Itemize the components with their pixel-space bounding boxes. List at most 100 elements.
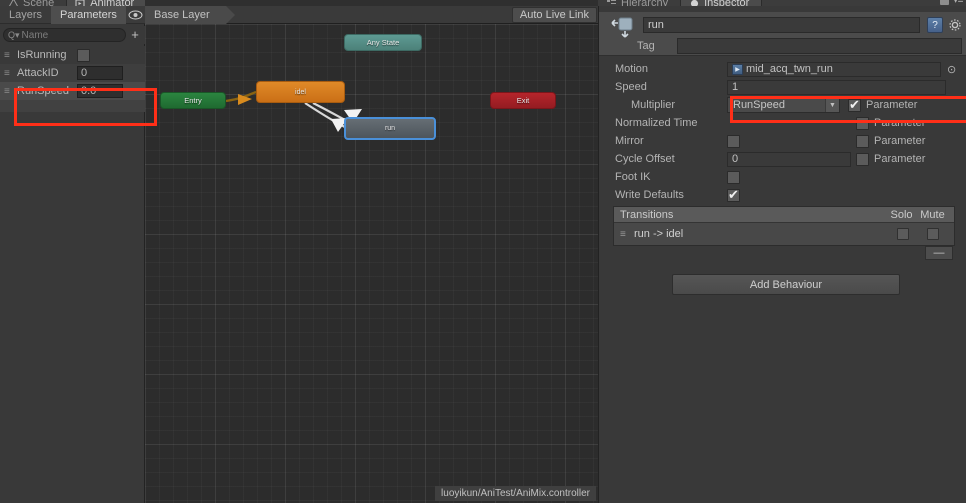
state-node-label: idel	[295, 88, 306, 96]
remove-transition-button[interactable]: —	[925, 246, 953, 260]
mirror-parameter-checkbox[interactable]	[856, 134, 869, 148]
add-behaviour-label: Add Behaviour	[749, 278, 823, 291]
parameter-row-runspeed[interactable]: ≡ RunSpeed 0.0	[0, 82, 145, 100]
motion-object-field[interactable]: ▶ mid_acq_twn_run	[727, 61, 941, 77]
parameter-name: IsRunning	[17, 49, 67, 61]
multiplier-parameter-checkbox[interactable]	[848, 97, 861, 112]
multiplier-value: RunSpeed	[733, 99, 785, 111]
parameter-value-input[interactable]: 0.0	[77, 84, 123, 98]
state-node-run[interactable]: run	[344, 117, 436, 140]
state-machine-canvas[interactable]: Any State Entry idel run Exit luoyikun/A…	[145, 24, 598, 503]
mute-column-label: Mute	[920, 208, 945, 221]
field-row-write-defaults: Write Defaults	[599, 186, 966, 204]
field-row-cycle-offset: Cycle Offset 0 Parameter	[599, 150, 966, 168]
drag-handle-icon[interactable]: ≡	[620, 229, 634, 240]
object-picker-icon[interactable]: ⊙	[947, 63, 956, 76]
transition-name: run -> idel	[634, 228, 684, 240]
auto-live-link-button[interactable]: Auto Live Link	[511, 7, 597, 23]
add-parameter-button[interactable]: +	[128, 27, 142, 42]
chevron-down-icon: ▼	[825, 98, 839, 112]
table-row[interactable]: ≡ run -> idel	[614, 223, 954, 245]
cycle-offset-input[interactable]: 0	[727, 151, 851, 167]
state-node-label: Any State	[366, 38, 400, 47]
state-node-idel[interactable]: idel	[256, 81, 345, 103]
solo-column-label: Solo	[890, 208, 913, 221]
parameter-search-row: Q▾ Name +	[0, 26, 145, 44]
animator-toolbar: Base Layer Auto Live Link	[145, 6, 598, 24]
inspector-header: run ? Tag	[599, 12, 966, 56]
inspector-panel: run ? Tag Motion ▶ mid_acq_twn_run ⊙ Spe…	[598, 6, 966, 503]
add-behaviour-button[interactable]: Add Behaviour	[672, 274, 900, 295]
add-parameter-label: +	[131, 27, 139, 42]
field-row-normalized-time: Normalized Time Parameter	[599, 114, 966, 132]
speed-input[interactable]: 1	[727, 79, 946, 95]
auto-live-link-label: Auto Live Link	[519, 9, 589, 21]
breadcrumb-base-layer[interactable]: Base Layer	[145, 6, 235, 24]
multiplier-dropdown[interactable]: RunSpeed ▼	[727, 97, 840, 113]
state-node-entry[interactable]: Entry	[160, 92, 226, 109]
gear-icon[interactable]	[947, 17, 963, 33]
drag-handle-icon[interactable]: ≡	[4, 68, 17, 79]
drag-handle-icon[interactable]: ≡	[4, 86, 17, 97]
tab-parameters-label: Parameters	[60, 8, 117, 21]
lock-icon[interactable]	[940, 0, 950, 5]
tab-layers[interactable]: Layers	[0, 6, 51, 24]
normalized-time-parameter-checkbox[interactable]	[856, 116, 869, 130]
foot-ik-checkbox[interactable]	[727, 170, 740, 184]
search-placeholder: Name	[21, 29, 49, 41]
multiplier-parameter-label: Parameter	[866, 99, 918, 111]
controller-path-text: luoyikun/AniTest/AniMix.controller	[441, 488, 590, 499]
drag-handle-icon[interactable]: ≡	[4, 50, 17, 61]
normalized-time-label: Normalized Time	[615, 117, 698, 129]
tab-layers-label: Layers	[9, 8, 43, 21]
foot-ik-label: Foot IK	[615, 171, 651, 183]
tab-parameters[interactable]: Parameters	[51, 5, 126, 24]
speed-label: Speed	[615, 81, 647, 93]
parameter-name: AttackID	[17, 67, 59, 79]
parameter-value-input[interactable]: 0	[77, 66, 123, 80]
search-icon: Q▾	[8, 29, 20, 40]
state-node-exit[interactable]: Exit	[490, 92, 556, 109]
remove-transition-label: —	[933, 247, 945, 259]
motion-label: Motion	[615, 63, 649, 75]
search-input[interactable]: Q▾ Name	[3, 28, 126, 42]
transitions-list: Transitions Solo Mute ≡ run -> idel —	[613, 206, 955, 260]
cycle-offset-parameter-label: Parameter	[874, 153, 926, 165]
cycle-offset-parameter-checkbox[interactable]	[856, 152, 869, 166]
parameter-list: ≡ IsRunning ≡ AttackID 0 ≡ RunSpeed 0.0	[0, 46, 145, 112]
parameter-row-attackid[interactable]: ≡ AttackID 0	[0, 64, 145, 82]
state-name-input[interactable]: run	[643, 17, 920, 33]
inspector-body: Motion ▶ mid_acq_twn_run ⊙ Speed 1 Multi…	[599, 58, 966, 503]
cycle-offset-label: Cycle Offset	[615, 153, 675, 165]
transitions-header: Transitions Solo Mute	[614, 207, 954, 223]
tag-label: Tag	[637, 40, 655, 52]
help-icon[interactable]: ?	[927, 17, 943, 33]
state-node-any-state[interactable]: Any State	[344, 34, 422, 51]
normalized-time-parameter-label: Parameter	[874, 117, 926, 129]
parameter-list-footer	[0, 100, 145, 112]
multiplier-label: Multiplier	[631, 99, 676, 111]
field-row-multiplier: Multiplier RunSpeed ▼ Parameter	[599, 96, 966, 114]
tag-input[interactable]	[677, 38, 962, 54]
parameter-bool-checkbox[interactable]	[77, 48, 90, 62]
mirror-parameter-label: Parameter	[874, 135, 926, 147]
parameter-name: RunSpeed	[17, 85, 69, 97]
field-row-mirror: Mirror Parameter	[599, 132, 966, 150]
animator-parameters-panel: Layers Parameters Q▾ Name + ≡ IsRunning	[0, 5, 145, 503]
breadcrumb-label: Base Layer	[154, 9, 210, 21]
state-node-label: Exit	[516, 96, 530, 105]
transitions-title: Transitions	[620, 208, 674, 221]
animation-clip-icon: ▶	[732, 63, 743, 75]
parameter-row-isrunning[interactable]: ≡ IsRunning	[0, 46, 145, 64]
field-row-foot-ik: Foot IK	[599, 168, 966, 186]
mirror-checkbox[interactable]	[727, 134, 740, 148]
eye-icon[interactable]	[128, 8, 144, 22]
animator-state-icon	[611, 17, 635, 39]
state-node-label: Entry	[184, 96, 202, 105]
state-name-value: run	[648, 19, 664, 31]
parameters-panel-tabs: Layers Parameters	[0, 5, 145, 24]
transition-mute-checkbox[interactable]	[927, 228, 939, 240]
state-node-label: run	[384, 125, 396, 132]
transition-solo-checkbox[interactable]	[897, 228, 909, 240]
write-defaults-checkbox[interactable]	[727, 187, 740, 202]
